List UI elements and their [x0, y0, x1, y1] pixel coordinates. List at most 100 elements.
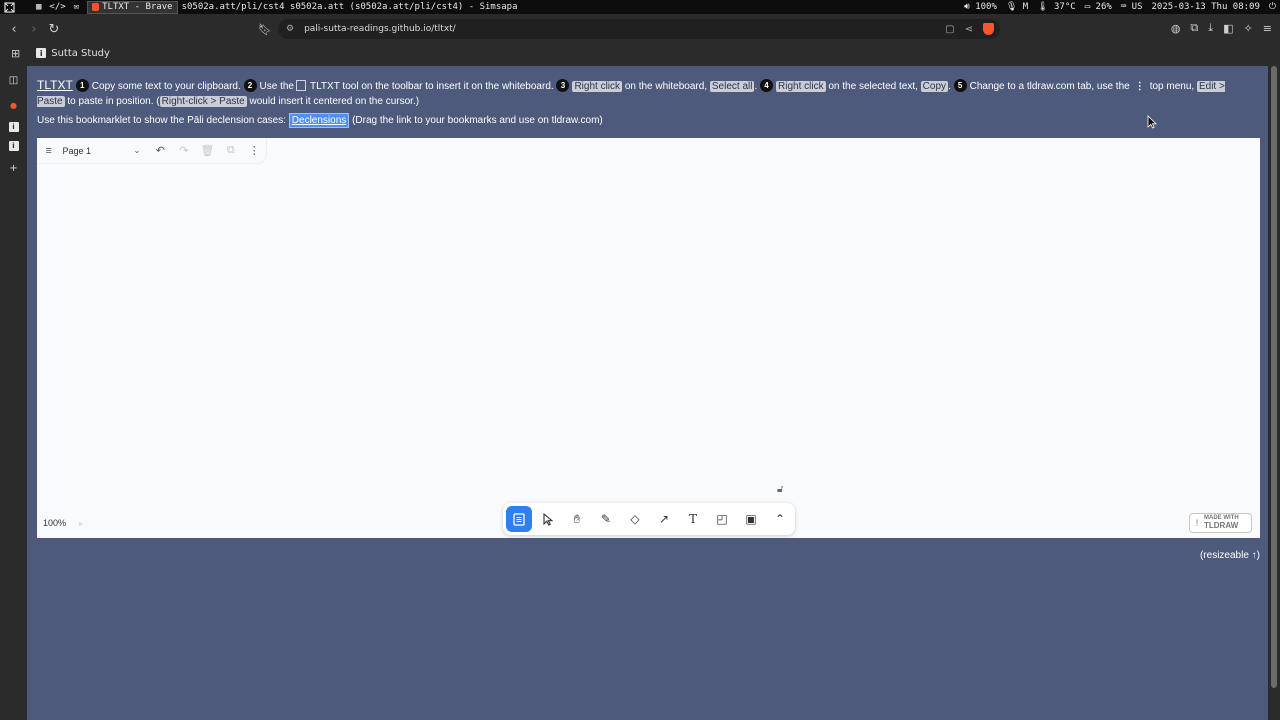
brave-shield-icon[interactable] [983, 23, 994, 35]
tltxt-icon[interactable] [506, 506, 532, 532]
bookmark-icon[interactable]: 🔖︎ [258, 20, 272, 38]
temperature-value: 37°C [1054, 2, 1076, 12]
bookmarklet-post: (Drag the link to your bookmarks and use… [352, 115, 603, 126]
mic-indicator[interactable]: 🎙︎ M [1006, 2, 1028, 12]
taskbar-window-brave[interactable]: TLTXT - Brave [87, 0, 178, 14]
redo-icon[interactable]: ↷ [172, 144, 195, 157]
page-selector[interactable]: Page 1 [62, 146, 125, 156]
main-menu-icon[interactable]: ≡ [37, 145, 60, 157]
kbd-copy: Copy [920, 81, 949, 92]
launcher-icons: ▦ </> ✉ [36, 2, 79, 12]
site-info-icon[interactable]: ⚙︎ [286, 24, 294, 34]
delete-icon[interactable]: 🗑︎ [196, 144, 219, 157]
drawing-toolbar: ✋︎ ✎ ◇ ↗ T ◰ ▣ ⌃ [503, 503, 795, 535]
sidebar-app-2-icon[interactable]: i [8, 141, 19, 151]
sidebar-brave-icon[interactable]: ● [6, 97, 22, 113]
instructions: TLTXT 1 Copy some text to your clipboard. … [37, 78, 1247, 109]
more-tools-icon[interactable]: ⌃ [767, 506, 793, 532]
step-5-mid: to paste in position. ( [67, 96, 160, 107]
lock-icon[interactable]: 🔓︎ [777, 484, 783, 495]
code-icon[interactable]: </> [49, 2, 65, 12]
step-2-post: TLTXT tool on the toolbar to insert it o… [310, 81, 554, 92]
navigation-row: ‹ › ↻ 🔖︎ ⚙︎ pali-sutta-readings.github.i… [0, 18, 1280, 40]
tldraw-logo-icon: ! [1195, 518, 1199, 528]
volume-indicator[interactable]: 🔊︎ 100% [964, 2, 997, 12]
scrollbar-thumb[interactable] [1271, 66, 1277, 688]
bookmarklet-line: Use this bookmarklet to show the Pāli de… [37, 113, 603, 128]
kbd-right-click: Right click [572, 81, 623, 92]
sidebar-app-1-icon[interactable]: i [8, 122, 19, 132]
made-with-text: MADE WITH TLDRAW [1204, 515, 1239, 531]
url-text: pali-sutta-readings.github.io/tltxt/ [304, 24, 456, 34]
zoom-level[interactable]: 100% [43, 518, 66, 528]
step-badge: 1 [75, 79, 89, 93]
step-3-end: . [754, 81, 758, 92]
apps-icon[interactable]: ⊞ [11, 47, 20, 60]
kbd-select-all: Select all [709, 81, 755, 92]
os-logo-icon[interactable] [2, 0, 16, 14]
sidebar-panel-icon[interactable]: ◫ [6, 72, 22, 88]
bookmarks-bar: ⊞ i Sutta Study [0, 43, 1280, 63]
extensions-icon[interactable]: ⧉ [1190, 21, 1198, 35]
browser-sidebar: ◫ ● i i + [0, 66, 27, 720]
leo-icon[interactable]: ◍ [1171, 22, 1181, 35]
step-badge: 5 [953, 79, 967, 93]
back-icon[interactable]: ‹ [4, 19, 24, 39]
draw-icon[interactable]: ✎ [593, 506, 619, 532]
select-icon[interactable] [535, 506, 561, 532]
declensions-bookmarklet-link[interactable]: Declensions [288, 113, 350, 128]
step-badge: 3 [556, 79, 570, 93]
arrow-icon[interactable]: ↗ [651, 506, 677, 532]
step-5-end: would insert it centered on the cursor.) [249, 96, 420, 107]
taskbar-window-simsapa[interactable]: s0502a.att/pli/cst4 s0502a.att (s0502a.a… [182, 2, 518, 12]
taskbar-windows: TLTXT - Brave s0502a.att/pli/cst4 s0502a… [87, 0, 518, 14]
mail-icon[interactable]: ✉ [74, 2, 79, 12]
made-with-tldraw-badge[interactable]: ! MADE WITH TLDRAW [1189, 513, 1252, 533]
share-icon[interactable]: ⋖ [965, 24, 973, 35]
step-5-pre: Change to a tldraw.com tab, use the [969, 81, 1130, 92]
text-icon[interactable]: T [680, 506, 706, 532]
sidebar-toggle-icon[interactable]: ◧ [1223, 22, 1233, 35]
minimap-toggle-icon[interactable]: » [78, 519, 82, 528]
bookmark-sutta-study[interactable]: i Sutta Study [36, 48, 110, 59]
power-icon[interactable]: ⏻ [1269, 2, 1276, 12]
undo-icon[interactable]: ↶ [149, 144, 172, 157]
duplicate-icon[interactable]: ⧉ [219, 144, 242, 157]
image-icon[interactable]: ▣ [738, 506, 764, 532]
tltxt-title-link[interactable]: TLTXT [37, 78, 73, 92]
copy-icon[interactable]: ▢ [945, 24, 954, 35]
bookmarklet-pre: Use this bookmarklet to show the Pāli de… [37, 115, 287, 126]
menu-icon[interactable]: ≡ [1263, 22, 1272, 35]
reload-icon[interactable]: ↻ [44, 19, 64, 39]
page-scrollbar[interactable] [1268, 66, 1280, 720]
note-icon[interactable]: ◰ [709, 506, 735, 532]
sidebar-add-icon[interactable]: + [6, 160, 22, 176]
step-badge: 4 [760, 79, 774, 93]
window-title: TLTXT - Brave [102, 2, 173, 12]
whiteboard-page-menu: ≡ Page 1 ⌄ ↶ ↷ 🗑︎ ⧉ ⋮ [37, 138, 267, 164]
whiteboard-canvas[interactable]: ≡ Page 1 ⌄ ↶ ↷ 🗑︎ ⧉ ⋮ 🔓︎ ✋︎ ✎ ◇ ↗ T ◰ ▣ … [37, 138, 1260, 538]
eraser-icon[interactable]: ◇ [622, 506, 648, 532]
step-4-end: . [948, 81, 951, 92]
forward-icon[interactable]: › [24, 19, 44, 39]
more-actions-icon[interactable]: ⋮ [243, 144, 266, 157]
tltxt-tool-icon [296, 79, 306, 91]
zoom-controls: 100% » [43, 518, 82, 528]
temperature-indicator: 🌡︎ 37°C [1037, 2, 1076, 12]
chevron-down-icon[interactable]: ⌄ [125, 146, 148, 155]
mic-value: M [1022, 2, 1029, 12]
browser-chrome: ‹ › ↻ 🔖︎ ⚙︎ pali-sutta-readings.github.i… [0, 14, 1280, 66]
address-bar[interactable]: ⚙︎ pali-sutta-readings.github.io/tltxt/ … [278, 19, 1000, 39]
clock: 2025-03-13 Thu 08:09 [1151, 2, 1260, 12]
battery-indicator: ▭ 26% [1084, 2, 1112, 12]
calendar-icon[interactable]: ▦ [36, 2, 41, 12]
ai-icon[interactable]: ✧ [1244, 22, 1253, 35]
download-icon[interactable]: ⤓ [1208, 21, 1213, 35]
made-with-line2: TLDRAW [1204, 521, 1239, 530]
keyboard-indicator[interactable]: ⌨ US [1121, 2, 1143, 12]
step-3-mid: on the whiteboard, [624, 81, 708, 92]
brave-icon [92, 3, 100, 11]
hand-icon[interactable]: ✋︎ [564, 506, 590, 532]
address-bar-actions: ▢ ⋖ [945, 23, 994, 35]
page-content: TLTXT 1 Copy some text to your clipboard. … [27, 66, 1268, 720]
